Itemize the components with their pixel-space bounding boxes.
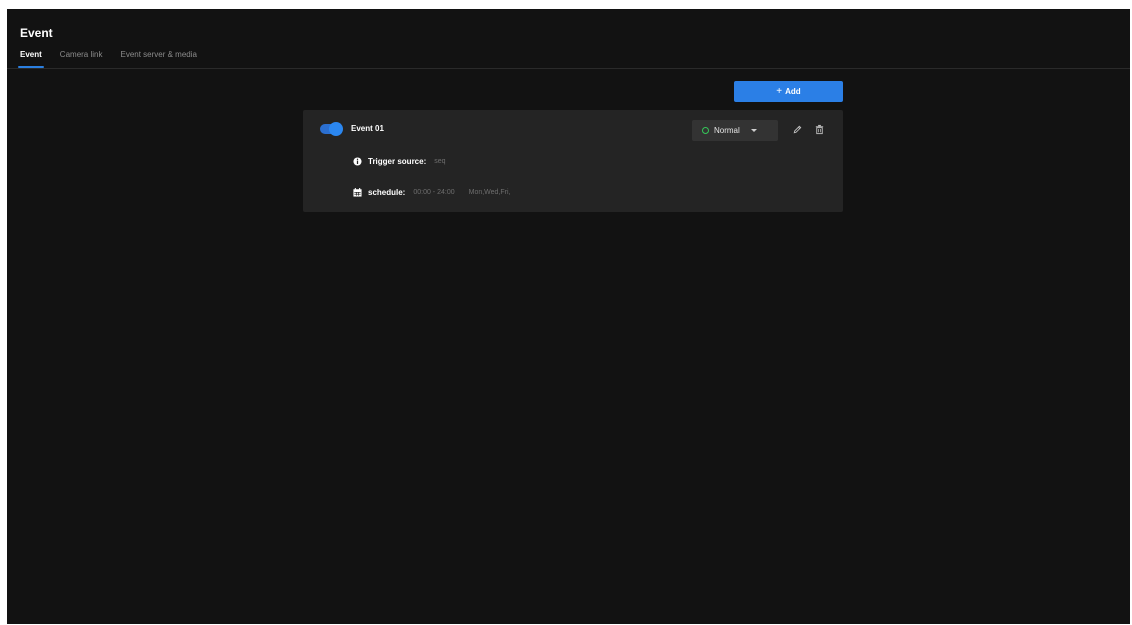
schedule-row: schedule: 00:00 - 24:00 Mon,Wed,Fri, — [353, 188, 511, 197]
schedule-days: Mon,Wed,Fri, — [468, 189, 511, 196]
page-header: Event Event Camera link Event server & m… — [7, 9, 1130, 69]
edit-icon[interactable] — [792, 124, 803, 135]
chevron-down-icon — [750, 129, 757, 132]
tab-bar: Event Camera link Event server & media — [18, 49, 197, 68]
trigger-source-row: Trigger source: seq — [353, 157, 446, 166]
app-window: Event Event Camera link Event server & m… — [7, 9, 1130, 624]
add-button-label: Add — [785, 87, 801, 96]
page-title: Event — [20, 26, 53, 40]
schedule-time: 00:00 - 24:00 — [413, 189, 455, 196]
event-name: Event 01 — [351, 124, 384, 133]
event-card: Event 01 Normal Trigger source: seq sche… — [303, 110, 843, 212]
schedule-label: schedule: — [368, 188, 406, 197]
toggle-knob — [329, 122, 343, 136]
tab-event-server-media[interactable]: Event server & media — [120, 49, 196, 68]
add-button[interactable]: + Add — [734, 81, 843, 102]
trigger-source-label: Trigger source: — [368, 157, 427, 166]
status-dot-icon — [702, 127, 709, 134]
tab-event[interactable]: Event — [18, 49, 44, 68]
status-select[interactable]: Normal — [692, 120, 778, 141]
calendar-icon — [353, 188, 362, 197]
info-icon — [353, 157, 362, 166]
delete-icon[interactable] — [814, 124, 825, 135]
plus-icon: + — [776, 86, 783, 97]
event-enable-toggle[interactable] — [320, 122, 343, 136]
tab-camera-link[interactable]: Camera link — [60, 49, 103, 68]
status-label: Normal — [714, 126, 740, 135]
trigger-source-value: seq — [434, 158, 446, 165]
